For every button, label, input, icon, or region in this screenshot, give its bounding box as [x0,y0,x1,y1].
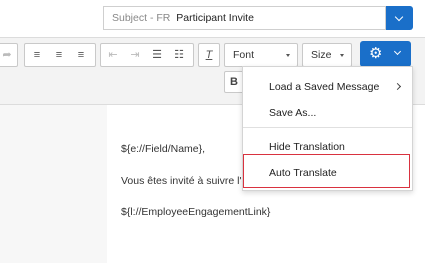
menu-item-label: Hide Translation [269,141,345,153]
align-left-icon[interactable]: ≡ [27,44,47,66]
menu-item-label: Save As... [269,107,317,119]
bold-button[interactable]: B [224,71,244,93]
editor-line: Vous êtes invité à suivre l'e [121,175,248,187]
highlight-box [243,154,410,188]
align-right-icon[interactable]: ≡ [71,44,91,66]
align-center-icon[interactable]: ≡ [49,44,69,66]
menu-item-label: Load a Saved Message [269,81,380,93]
menu-divider [243,127,412,128]
numbered-list-icon[interactable]: ☰ [147,44,167,66]
clear-format-button[interactable]: T [198,43,220,67]
redo-icon: ➦ [2,49,12,61]
chevron-down-icon [394,12,404,22]
subject-dropdown-button[interactable] [386,6,413,30]
editor-line: ${l://EmployeeEngagementLink} [121,206,271,218]
editor-line: ${e://Field/Name}, [121,143,206,155]
font-dropdown-label: Font [233,49,255,61]
bulleted-list-icon[interactable]: ☷ [169,44,189,66]
menu-item-save-as[interactable]: Save As... [243,99,412,125]
subject-value: Participant Invite [176,12,254,24]
font-dropdown[interactable]: Font [224,43,298,67]
clear-format-icon: T [205,49,213,61]
left-panel [0,105,108,263]
size-dropdown-label: Size [311,49,332,61]
redo-button[interactable]: ➦ [0,43,18,67]
subject-prefix: Subject - FR [112,12,171,24]
subject-text: Subject - FR Participant Invite [112,12,254,24]
list-indent-group: ⇤ ⇥ ☰ ☷ [100,43,194,67]
size-dropdown[interactable]: Size [302,43,352,67]
alignment-group: ≡ ≡ ≡ [24,43,96,67]
caret-down-icon [340,54,344,57]
subject-selector[interactable]: Subject - FR Participant Invite [103,6,386,30]
caret-down-icon [286,54,290,57]
outdent-icon[interactable]: ⇤ [103,44,123,66]
indent-icon[interactable]: ⇥ [125,44,145,66]
chevron-right-icon [393,82,402,91]
gear-icon: ⚙ [369,45,383,62]
chevron-down-icon [393,47,402,56]
settings-menu-button[interactable]: ⚙ [360,41,411,67]
menu-item-load-saved-message[interactable]: Load a Saved Message [243,73,412,99]
